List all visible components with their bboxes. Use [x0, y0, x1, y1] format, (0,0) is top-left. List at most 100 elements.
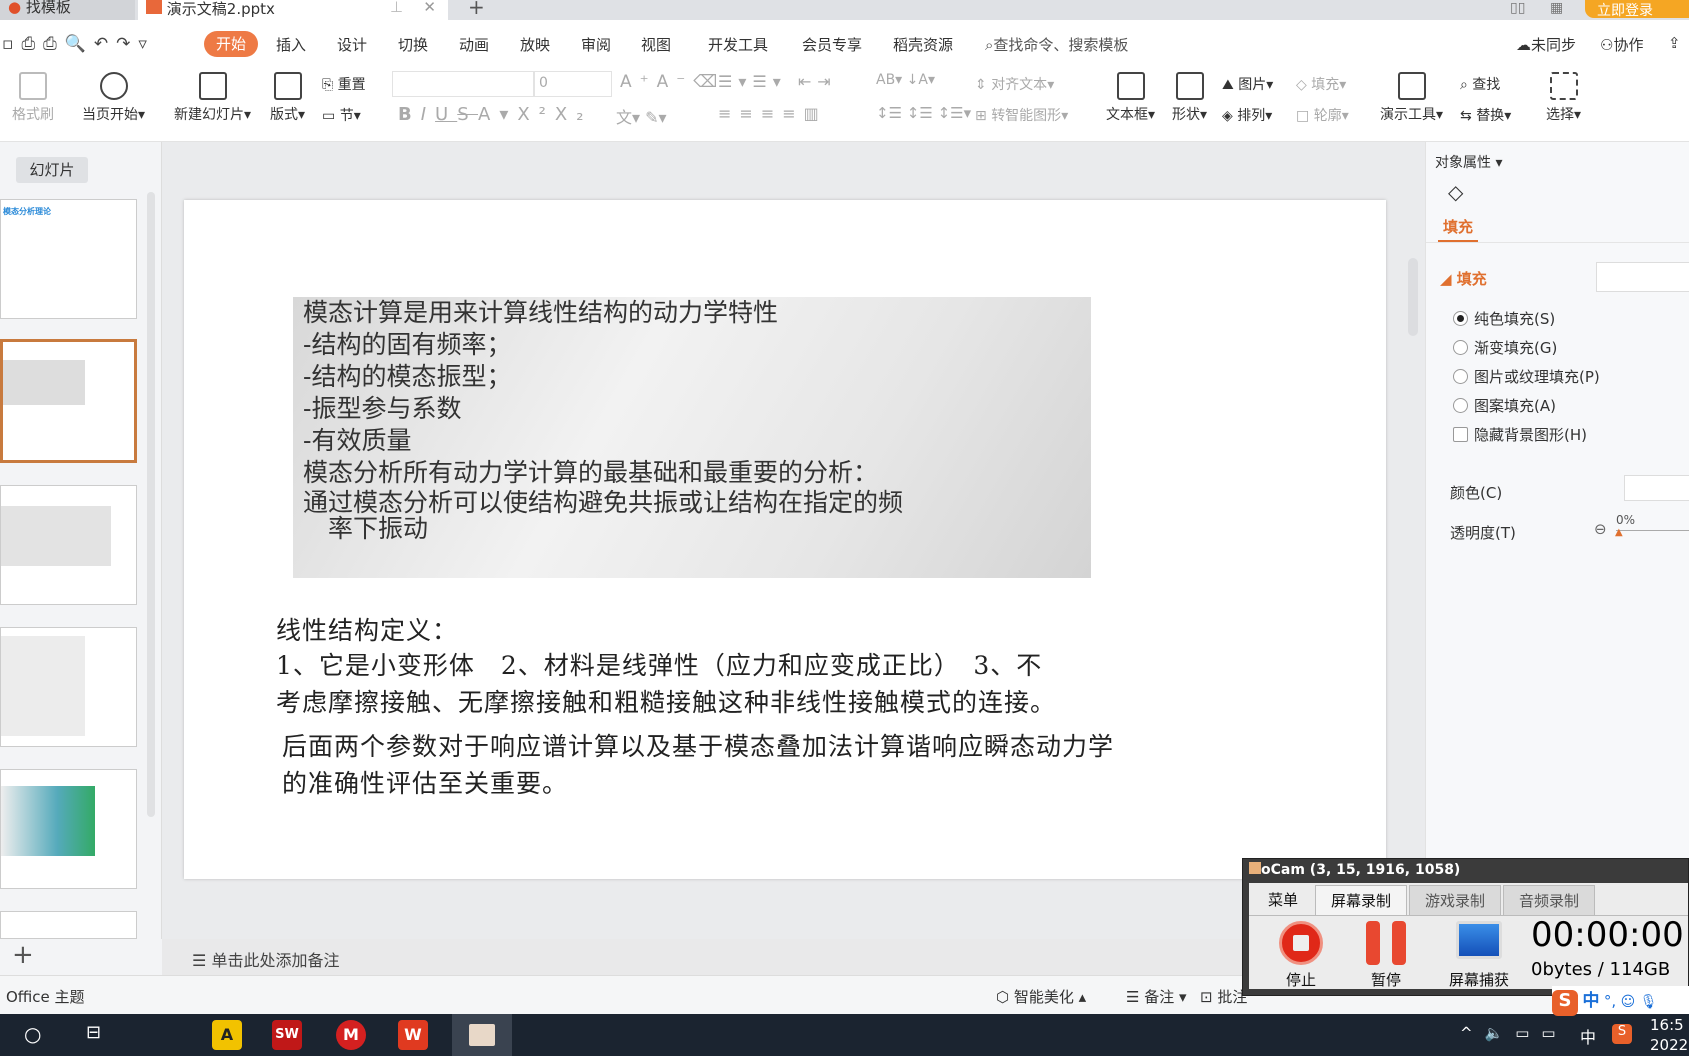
canvas-scrollbar[interactable]	[1408, 258, 1418, 336]
menu-tab-view[interactable]: 视图	[641, 34, 671, 55]
task-view-icon[interactable]: ⊟	[86, 1022, 101, 1043]
reset-button[interactable]: ⎘ 重置	[322, 74, 366, 94]
smart-art-button[interactable]: ⊞ 转智能图形▾	[975, 105, 1068, 125]
notes-bar[interactable]: ☰ 单击此处添加备注	[162, 939, 1425, 975]
collab-button[interactable]: ⚇协作	[1600, 34, 1643, 55]
present-tools-button[interactable]: 演示工具▾	[1380, 72, 1443, 124]
tab-fill[interactable]: 填充	[1443, 216, 1473, 237]
taskbar-app-m[interactable]: M	[336, 1020, 366, 1050]
command-search[interactable]: ⌕查找命令、搜索模板	[985, 34, 1128, 55]
play-from-current-button[interactable]: 当页开始▾	[82, 72, 145, 124]
radio-picture-fill[interactable]: 图片或纹理填充(P)	[1453, 366, 1600, 387]
taskbar-app-ocam[interactable]	[452, 1014, 512, 1056]
menu-tab-docer[interactable]: 稻壳资源	[893, 34, 953, 55]
ocam-pause-button[interactable]: 暂停	[1366, 921, 1406, 990]
menu-tab-home[interactable]: 开始	[204, 31, 258, 57]
tab-templates[interactable]: ● 找模板	[0, 0, 135, 20]
ocam-tab-screen[interactable]: 屏幕录制	[1315, 885, 1407, 915]
slide-text-line[interactable]: 1、它是小变形体 2、材料是线弹性（应力和应变成正比） 3、不	[276, 646, 1042, 682]
emoji-icon[interactable]: ☺	[1621, 994, 1636, 1010]
slide-thumbnail-4[interactable]	[0, 627, 137, 747]
tray-ime[interactable]: 中	[1580, 1024, 1596, 1048]
fill-section-header[interactable]: ◢ 填充	[1440, 268, 1487, 289]
pin-icon[interactable]: ⊥	[390, 0, 403, 15]
phonetic-button[interactable]: 文▾ ✎▾	[616, 104, 667, 128]
menu-tab-design[interactable]: 设计	[337, 34, 367, 55]
ocam-stop-button[interactable]: 停止	[1279, 921, 1323, 990]
line-spacing-button[interactable]: ↕☰ ↕☰ ↕☰▾	[876, 104, 971, 122]
radio-pattern-fill[interactable]: 图案填充(A)	[1453, 395, 1556, 416]
menu-tab-slideshow[interactable]: 放映	[520, 34, 550, 55]
slide-thumbnail-1[interactable]: 模态分析理论	[0, 199, 137, 319]
menu-tab-insert[interactable]: 插入	[276, 34, 306, 55]
login-button[interactable]: 立即登录	[1585, 0, 1689, 19]
taskbar-app-a[interactable]: A	[212, 1020, 242, 1050]
menu-tab-animation[interactable]: 动画	[459, 34, 489, 55]
picture-button[interactable]: ⛰ 图片▾	[1222, 74, 1273, 94]
taskbar-app-solidworks[interactable]: SW	[272, 1020, 302, 1050]
fill-button[interactable]: ◇ 填充▾	[1296, 74, 1346, 94]
sogou-tray-icon[interactable]: S	[1612, 1024, 1632, 1044]
transparency-slider[interactable]	[1616, 530, 1689, 531]
comment-button[interactable]: ⊡ 批注	[1200, 986, 1247, 1007]
slide-thumbnail-6[interactable]	[0, 911, 137, 939]
ocam-capture-button[interactable]: 屏幕捕获	[1449, 921, 1509, 990]
arrange-button[interactable]: ◈ 排列▾	[1222, 105, 1272, 125]
ime-toolbar[interactable]: S 中 °, ☺ 🎙	[1552, 986, 1689, 1016]
textbox-button[interactable]: 文本框▾	[1106, 72, 1155, 124]
slide-thumbnail-2[interactable]	[0, 339, 137, 463]
ocam-tab-game[interactable]: 游戏录制	[1409, 885, 1501, 915]
find-button[interactable]: ⌕ 查找	[1460, 74, 1500, 94]
align-text-button[interactable]: ⇕ 对齐文本▾	[975, 74, 1054, 94]
minus-icon[interactable]: ⊖	[1594, 520, 1607, 538]
share-icon[interactable]: ⇪	[1668, 34, 1681, 52]
text-direction-button[interactable]: AB▾ ↓A▾	[876, 72, 935, 88]
sync-button[interactable]: ☁未同步	[1516, 34, 1576, 55]
slide-thumbnail-5[interactable]	[0, 769, 137, 889]
thumbnail-scrollbar[interactable]	[147, 192, 155, 817]
search-circle-icon[interactable]: ○	[24, 1022, 41, 1046]
font-grow-shrink[interactable]: A⁺A⁻⌫	[620, 72, 725, 92]
beautify-button[interactable]: ⬡ 智能美化 ▴	[996, 986, 1086, 1007]
layout-icon[interactable]: ▯▯	[1510, 0, 1525, 16]
menu-tab-member[interactable]: 会员专享	[802, 34, 862, 55]
new-slide-button[interactable]: 新建幻灯片▾	[174, 72, 251, 124]
slide-image[interactable]: 模态计算是用来计算线性结构的动力学特性 -结构的固有频率； -结构的模态振型； …	[293, 297, 1091, 578]
ime-lang[interactable]: 中	[1582, 991, 1599, 1011]
ime-punct[interactable]: °,	[1604, 992, 1616, 1010]
font-size-select[interactable]: 0	[534, 71, 612, 97]
slide-text-line[interactable]: 考虑摩擦接触、无摩擦接触和粗糙接触这种非线性接触模式的连接。	[276, 683, 1056, 719]
tab-document[interactable]: 演示文稿2.pptx ⊥ ✕	[138, 0, 448, 20]
menu-tab-developer[interactable]: 开发工具	[708, 34, 768, 55]
object-properties-dropdown[interactable]: 对象属性 ▾	[1435, 152, 1502, 172]
slide-thumbnail-3[interactable]	[0, 485, 137, 605]
add-slide-button[interactable]: +	[12, 940, 34, 970]
quick-access-toolbar[interactable]: ▫⎙⎙🔍↶↷▿	[2, 34, 155, 54]
radio-solid-fill[interactable]: 纯色填充(S)	[1453, 308, 1555, 329]
replace-button[interactable]: ⇆ 替换▾	[1460, 105, 1511, 125]
notes-button[interactable]: ☰ 备注 ▾	[1126, 986, 1187, 1007]
slide-text-line[interactable]: 的准确性评估至关重要。	[282, 764, 568, 800]
ocam-tab-menu[interactable]: 菜单	[1253, 885, 1313, 915]
mic-icon[interactable]: 🎙	[1640, 994, 1658, 1010]
slider-handle[interactable]: ▲	[1615, 527, 1623, 538]
list-buttons[interactable]: ☰▾☰▾ ⇤⇥	[718, 72, 837, 91]
font-style-buttons[interactable]: BIUSA▾X²X₂	[398, 104, 592, 125]
grid-icon[interactable]: ▦	[1550, 0, 1563, 16]
font-name-select[interactable]	[392, 71, 534, 97]
taskbar-app-wps[interactable]: W	[398, 1020, 428, 1050]
slide-text-line[interactable]: 后面两个参数对于响应谱计算以及基于模态叠加法计算谐响应瞬态动力学	[282, 727, 1114, 763]
close-icon[interactable]: ✕	[423, 0, 436, 15]
outline-button[interactable]: □ 轮廓▾	[1296, 105, 1349, 125]
slides-tab[interactable]: 幻灯片	[16, 157, 88, 183]
menu-tab-transition[interactable]: 切换	[398, 34, 428, 55]
select-button[interactable]: 选择▾	[1546, 72, 1581, 124]
layout-button[interactable]: 版式▾	[270, 72, 305, 124]
color-picker[interactable]	[1624, 475, 1689, 501]
fill-type-select[interactable]	[1596, 262, 1689, 292]
align-buttons[interactable]: ≡≡≡≡▥	[718, 104, 827, 123]
shape-button[interactable]: 形状▾	[1172, 72, 1207, 124]
system-tray[interactable]: ^🔈▭▭	[1460, 1024, 1568, 1042]
new-tab-button[interactable]: +	[460, 0, 485, 20]
menu-tab-review[interactable]: 审阅	[581, 34, 611, 55]
